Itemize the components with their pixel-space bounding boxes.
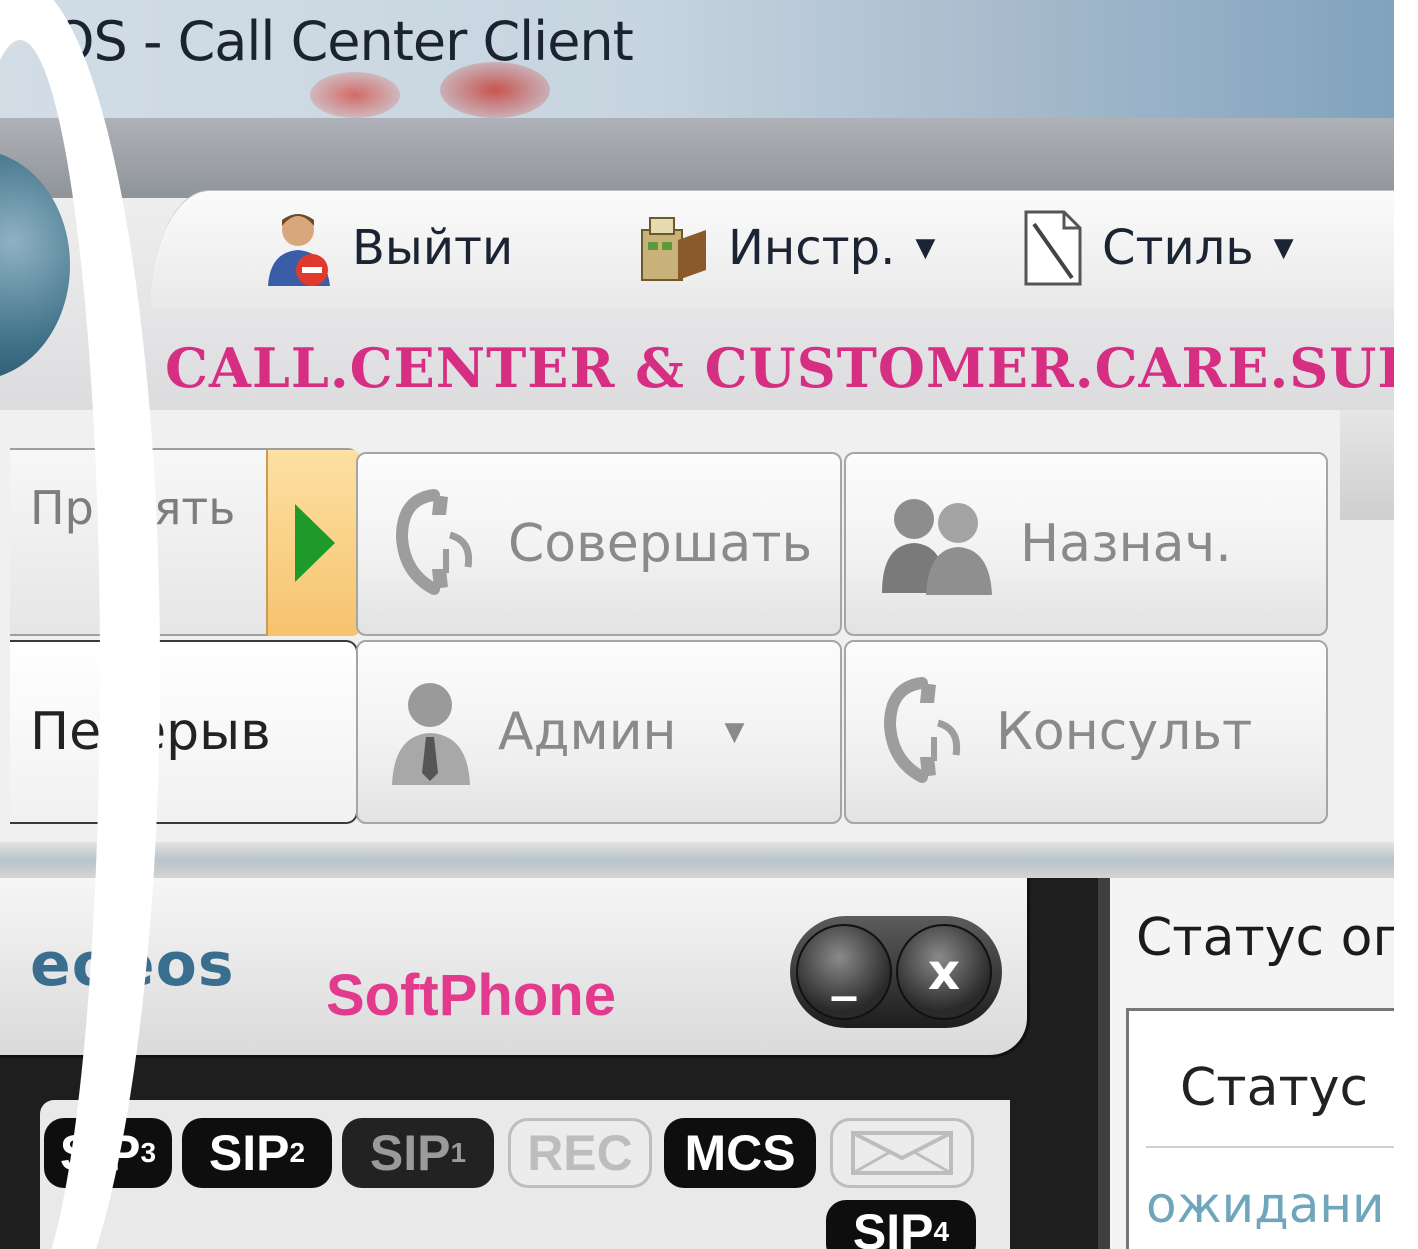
close-button[interactable]: x [896, 924, 992, 1020]
mail-button[interactable] [830, 1118, 974, 1188]
user-logout-icon [268, 214, 330, 286]
brand-banner: CALL.CENTER & CUSTOMER.CARE.SUIT [165, 336, 1418, 400]
record-button[interactable]: REC [508, 1118, 652, 1188]
break-label: Перерыв [30, 702, 271, 762]
ribbon-top-bar [0, 118, 1418, 198]
softphone-title: SoftPhone [326, 963, 616, 1028]
style-menu-button[interactable]: Стиль ▼ [1020, 205, 1294, 291]
tools-menu-button[interactable]: Инстр. ▼ [636, 205, 935, 291]
chip-label: MCS [684, 1125, 796, 1181]
style-label: Стиль [1102, 220, 1254, 276]
chip-label: SIP [59, 1125, 141, 1181]
chip-index: 1 [450, 1137, 467, 1168]
chip-index: 4 [933, 1216, 950, 1247]
style-icon [1024, 210, 1082, 286]
status-panel-title: Статус ог [1136, 908, 1400, 968]
admin-label: Админ [498, 702, 677, 762]
minimize-button[interactable]: _ [796, 924, 892, 1020]
admin-button[interactable]: Админ ▼ [356, 640, 842, 824]
ribbon-separator [0, 842, 1418, 878]
logout-button[interactable]: Выйти [262, 205, 513, 291]
chip-index: 3 [140, 1137, 157, 1168]
sip1-line-button[interactable]: SIP 1 [342, 1118, 494, 1188]
break-button[interactable]: Перерыв [10, 640, 358, 824]
softphone-window-controls: _ x [790, 916, 1002, 1028]
chevron-down-icon: ▼ [915, 233, 936, 263]
accept-button[interactable]: Принять [10, 448, 360, 636]
chip-index: 2 [289, 1137, 306, 1168]
chip-label: REC [527, 1125, 633, 1181]
chevron-down-icon: ▼ [1273, 233, 1294, 263]
status-cell[interactable]: ожидани [1146, 1176, 1385, 1234]
chip-label: SIP [208, 1125, 290, 1181]
chip-label: SIP [852, 1204, 934, 1249]
admin-user-icon [392, 683, 470, 785]
logout-label: Выйти [352, 220, 514, 276]
chip-label: SIP [369, 1125, 451, 1181]
status-column-header[interactable]: Статус [1180, 1058, 1368, 1118]
users-icon [882, 499, 992, 595]
assign-label: Назнач. [1020, 514, 1232, 574]
photo-edge-mask [1394, 0, 1418, 1249]
softphone-logo: eoeos [30, 930, 235, 1000]
make-call-button[interactable]: Совершать [356, 452, 842, 636]
sip3-line-button[interactable]: SIP 3 [44, 1118, 172, 1188]
mcs-button[interactable]: MCS [664, 1118, 816, 1188]
tools-icon [641, 217, 706, 281]
accept-label: Принять [30, 481, 236, 535]
sip4-line-button[interactable]: SIP 4 [826, 1200, 976, 1249]
sip2-line-button[interactable]: SIP 2 [182, 1118, 332, 1188]
phone-handset-icon [883, 677, 961, 783]
consult-button[interactable]: Консульт [844, 640, 1328, 824]
title-bar-glow [310, 72, 400, 118]
window-title: OS - Call Center Client [52, 10, 634, 73]
consult-label: Консульт [996, 702, 1253, 762]
chevron-down-icon: ▼ [724, 717, 745, 747]
phone-handset-icon [395, 489, 473, 595]
title-bar: OS - Call Center Client [0, 0, 1418, 118]
assign-button[interactable]: Назнач. [844, 452, 1328, 636]
tools-label: Инстр. [728, 220, 896, 276]
accept-play-button[interactable] [266, 450, 360, 636]
make-call-label: Совершать [508, 514, 813, 574]
app-window: OS - Call Center Client Выйти Инстр. ▼ С… [0, 0, 1418, 1249]
envelope-icon [851, 1131, 953, 1175]
play-icon [295, 504, 335, 582]
